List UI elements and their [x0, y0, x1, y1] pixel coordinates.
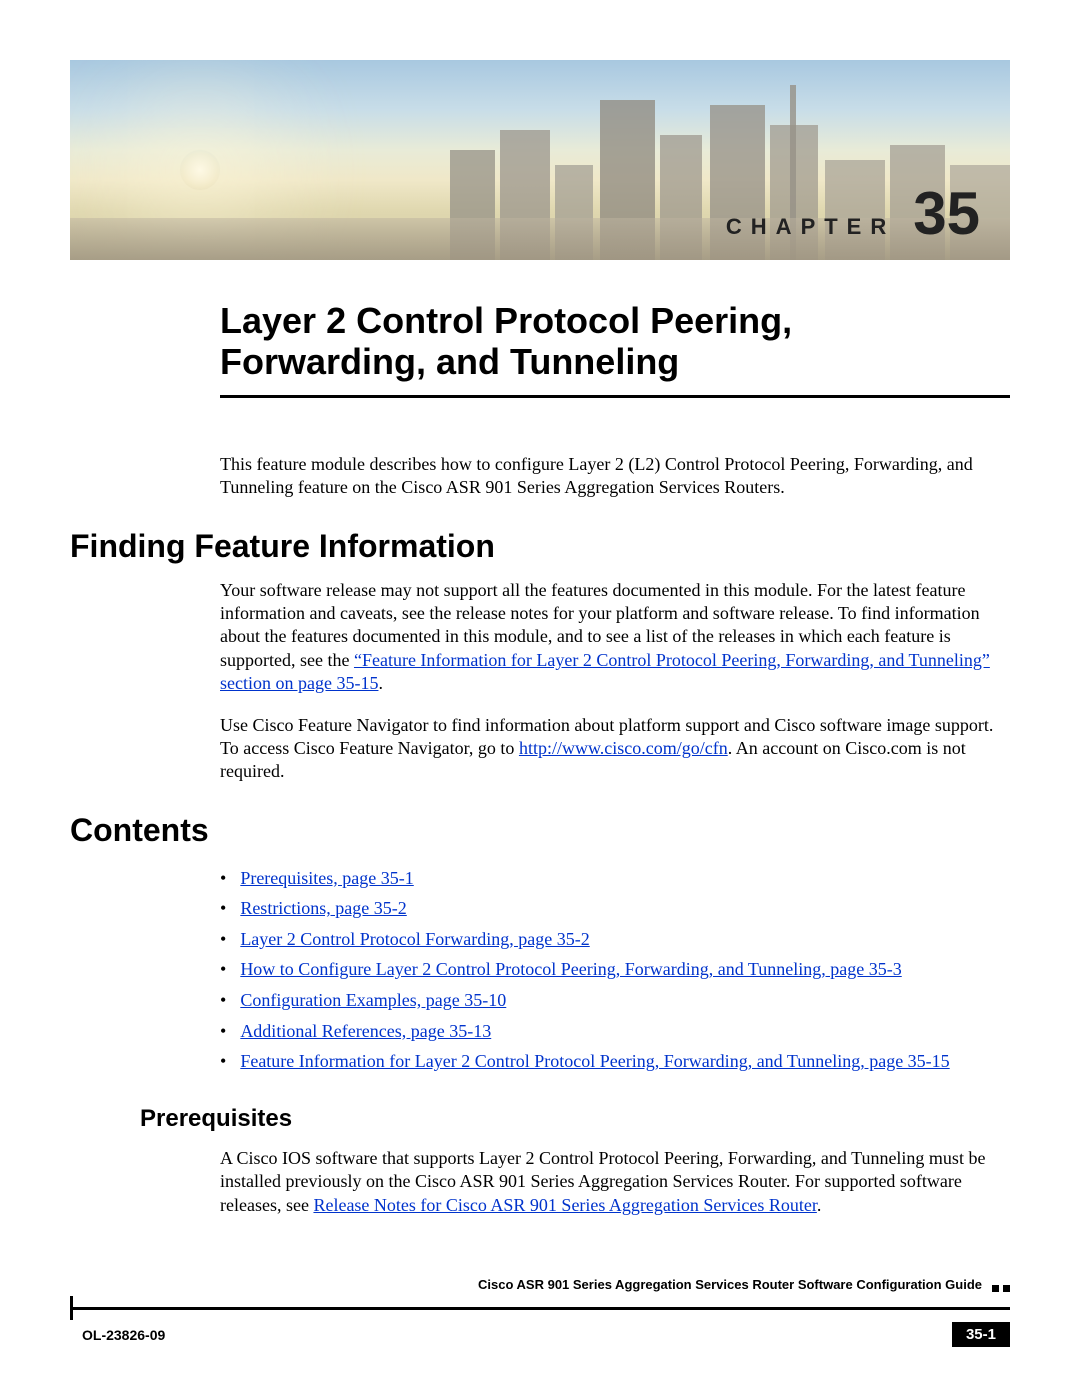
bullet-icon: • [220, 985, 226, 1016]
toc-item: • Prerequisites, page 35-1 [220, 863, 1010, 894]
toc-link-config-examples[interactable]: Configuration Examples, page 35-10 [240, 985, 506, 1016]
prerequisites-paragraph: A Cisco IOS software that supports Layer… [220, 1147, 1010, 1217]
bullet-icon: • [220, 1016, 226, 1047]
title-rule [220, 395, 1010, 398]
bullet-icon: • [220, 1046, 226, 1077]
section-heading-finding: Finding Feature Information [70, 528, 1010, 565]
footer-guide-title: Cisco ASR 901 Series Aggregation Service… [478, 1277, 988, 1292]
finding-paragraph-1: Your software release may not support al… [220, 579, 1010, 696]
toc-item: • Additional References, page 35-13 [220, 1016, 1010, 1047]
toc-item: • Configuration Examples, page 35-10 [220, 985, 1010, 1016]
finding-paragraph-2: Use Cisco Feature Navigator to find info… [220, 714, 1010, 784]
toc-item: • Layer 2 Control Protocol Forwarding, pa… [220, 924, 1010, 955]
footer-doc-number: OL-23826-09 [82, 1327, 165, 1343]
finding-p1-tail: . [378, 673, 383, 693]
toc-link-feature-info[interactable]: Feature Information for Layer 2 Control … [240, 1046, 949, 1077]
section-heading-prerequisites: Prerequisites [140, 1105, 1010, 1133]
document-title: Layer 2 Control Protocol Peering, Forwar… [220, 300, 980, 383]
toc-link-how-to-configure[interactable]: How to Configure Layer 2 Control Protoco… [240, 954, 901, 985]
chapter-label: CHAPTER [726, 214, 895, 240]
page-footer: Cisco ASR 901 Series Aggregation Service… [70, 1277, 1010, 1347]
toc-link-l2cp-forwarding[interactable]: Layer 2 Control Protocol Forwarding, pag… [240, 924, 589, 955]
footer-rule [73, 1307, 1010, 1310]
toc-item: • Feature Information for Layer 2 Control… [220, 1046, 1010, 1077]
bullet-icon: • [220, 893, 226, 924]
cfn-link[interactable]: http://www.cisco.com/go/cfn [519, 738, 728, 758]
toc-item: • Restrictions, page 35-2 [220, 893, 1010, 924]
contents-list: • Prerequisites, page 35-1 • Restrictions,… [220, 863, 1010, 1077]
intro-paragraph: This feature module describes how to con… [220, 453, 1010, 500]
toc-item: • How to Configure Layer 2 Control Protoc… [220, 954, 1010, 985]
section-heading-contents: Contents [70, 812, 1010, 849]
bullet-icon: • [220, 924, 226, 955]
footer-page-number: 35-1 [952, 1322, 1010, 1347]
bullet-icon: • [220, 863, 226, 894]
toc-link-additional-refs[interactable]: Additional References, page 35-13 [240, 1016, 491, 1047]
chapter-number: 35 [913, 184, 980, 244]
toc-link-prerequisites[interactable]: Prerequisites, page 35-1 [240, 863, 413, 894]
release-notes-link[interactable]: Release Notes for Cisco ASR 901 Series A… [313, 1195, 816, 1215]
sun-glow [180, 150, 220, 190]
footer-dots-icon [992, 1285, 1010, 1292]
chapter-banner: CHAPTER 35 [70, 60, 1010, 260]
prereq-tail: . [817, 1195, 822, 1215]
bullet-icon: • [220, 954, 226, 985]
toc-link-restrictions[interactable]: Restrictions, page 35-2 [240, 893, 406, 924]
